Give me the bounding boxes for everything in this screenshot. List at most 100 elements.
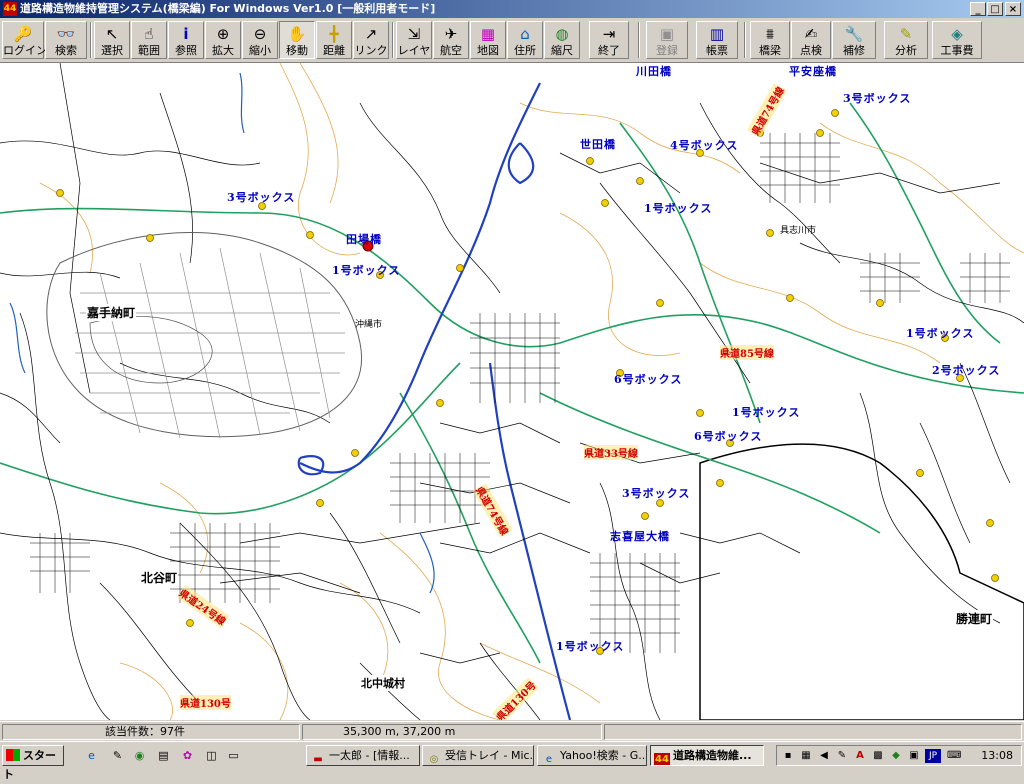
map-label-bridge[interactable]: 2号ボックス [932,362,1000,378]
app-icon: 44 [654,753,670,765]
system-tray: ▪ ▦ ◀ ✎ A ▩ ◆ ▣ JP ⌨ 13:08 [776,745,1022,766]
arrow-cursor-icon: ↖ [105,25,119,43]
reference-button[interactable]: i 参照 [168,21,204,59]
layer-icon: ⇲ [407,25,421,43]
status-panel-empty [604,724,1022,740]
move-button[interactable]: ✋ 移動 [279,21,315,59]
minimize-button[interactable]: _ [970,2,986,16]
layer-button[interactable]: ⇲ レイヤ [396,21,432,59]
map-canvas[interactable]: 川田橋 平安座橋 3号ボックス 世田橋 4号ボックス 3号ボックス 1号ボックス… [0,63,1024,720]
tray-icon[interactable]: ▩ [871,749,885,763]
register-button[interactable]: ▣ 登録 [646,21,688,59]
app-icon[interactable]: 44 [3,2,17,16]
house-icon: ⌂ [520,25,530,43]
map-label-bridge[interactable]: 6号ボックス [614,371,682,387]
map-label-bridge[interactable]: 1号ボックス [732,404,800,420]
airplane-icon: ✈ [444,25,458,43]
analysis-button[interactable]: ✎ 分析 [884,21,928,59]
task-button[interactable]: e Yahoo!検索 - G... [537,745,647,766]
map-label-selected-bridge[interactable]: 田場橋 [346,231,382,247]
start-button[interactable]: スタート [2,745,64,781]
browser-icon: e [545,754,553,765]
task-button-active[interactable]: 44 道路構造物維... [650,745,764,766]
map-label-bridge[interactable]: 1号ボックス [332,262,400,278]
map-label-bridge[interactable]: 3号ボックス [843,90,911,106]
mail-icon: ◎ [429,754,439,765]
quicklaunch-app-icon[interactable]: ✿ [180,748,195,763]
tray-icon[interactable]: ▣ [907,749,921,763]
zoom-out-button[interactable]: ⊖ 縮小 [242,21,278,59]
volume-icon[interactable]: ◀ [817,749,831,763]
map-label-bridge[interactable]: 3号ボックス [227,189,295,205]
range-button[interactable]: ☝ 範囲 [131,21,167,59]
address-button[interactable]: ⌂ 住所 [507,21,543,59]
map-label-bridge[interactable]: 世田橋 [580,136,616,152]
map-button[interactable]: ▦ 地図 [470,21,506,59]
inspection-icon: ✍ [804,25,818,43]
close-button[interactable]: × [1005,2,1021,16]
exit-button[interactable]: ⇥ 終了 [589,21,629,59]
inspection-button[interactable]: ✍ 点検 [791,21,831,59]
task-button[interactable]: ▬ 一太郎 - [情報... [306,745,420,766]
tray-icon[interactable]: ◆ [889,749,903,763]
search-button[interactable]: 👓 検索 [45,21,87,59]
scale-button[interactable]: ◍ 縮尺 [544,21,580,59]
tray-icon[interactable]: ✎ [835,749,849,763]
analysis-icon: ✎ [899,25,913,43]
quicklaunch-app-icon[interactable]: ◉ [132,748,147,763]
map-label-bridge[interactable]: 1号ボックス [644,200,712,216]
ledger-button[interactable]: ▥ 帳票 [696,21,738,59]
link-button[interactable]: ↗ リンク [353,21,389,59]
ime-icon[interactable]: ⌨ [947,749,961,763]
map-label-bridge[interactable]: 6号ボックス [694,428,762,444]
bridge-icon: ⩩ [765,25,774,43]
map-label-bridge[interactable]: 志喜屋大橋 [610,528,670,544]
select-button[interactable]: ↖ 選択 [94,21,130,59]
windows-logo-icon [6,749,20,761]
zoom-in-button[interactable]: ⊕ 拡大 [205,21,241,59]
globe-icon: ◍ [555,25,569,43]
tray-icon[interactable]: ▪ [781,749,795,763]
show-desktop-icon[interactable]: ▭ [226,748,241,763]
quicklaunch-app-icon[interactable]: ◫ [204,748,219,763]
binoculars-icon: 👓 [56,25,76,43]
quicklaunch-app-icon[interactable]: ▤ [156,748,171,763]
result-count: 該当件数：97件 [2,724,300,740]
map-label-city: 沖縄市 [355,320,383,330]
map-label-bridge[interactable]: 1号ボックス [556,638,624,654]
toolbar: 🔑 ログイン 👓 検索 ↖ 選択 ☝ 範囲 i 参照 ⊕ 拡大 ⊖ 縮小 ✋ 移動 ╋ 距離 ↗ リ… [0,18,1024,63]
wrench-icon: 🔧 [844,25,864,43]
task-button[interactable]: ◎ 受信トレイ - Mic... [422,745,534,766]
zoom-in-icon: ⊕ [216,25,230,43]
zoom-out-icon: ⊖ [253,25,267,43]
map-label-bridge[interactable]: 4号ボックス [670,137,738,153]
status-bar: 該当件数：97件 35,300 m, 37,200 m [0,721,1024,742]
map-label-bridge[interactable]: 平安座橋 [789,63,837,79]
printer-icon: ▣ [659,25,675,43]
internet-explorer-icon[interactable]: e [84,748,99,763]
construction-icon: ◈ [951,25,963,43]
network-icon[interactable]: ▦ [799,749,813,763]
books-icon: ▥ [709,25,725,43]
map-label-bridge[interactable]: 1号ボックス [906,325,974,341]
construction-cost-button[interactable]: ◈ 工事費 [932,21,982,59]
bridge-button[interactable]: ⩩ 橋梁 [750,21,790,59]
map-label-bridge[interactable]: 川田橋 [636,63,672,79]
map-label-town: 北中城村 [360,675,406,691]
repair-button[interactable]: 🔧 補修 [832,21,876,59]
maximize-button[interactable]: □ [987,2,1003,16]
login-button[interactable]: 🔑 ログイン [2,21,47,59]
info-icon: i [183,25,189,43]
title-bar[interactable]: 44 道路構造物維持管理システム(橋梁編) For Windows Ver1.0… [0,0,1024,18]
distance-button[interactable]: ╋ 距離 [316,21,352,59]
notepad-icon[interactable]: ✎ [110,748,125,763]
clock[interactable]: 13:08 [981,746,1013,765]
map-label-bridge[interactable]: 3号ボックス [622,485,690,501]
map-label-town: 勝連町 [955,610,994,627]
ime-language-indicator[interactable]: JP [925,749,941,763]
link-cursor-icon: ↗ [364,25,378,43]
aerial-button[interactable]: ✈ 航空 [433,21,469,59]
antivirus-icon[interactable]: A [853,749,867,763]
map-label-city: 具志川市 [780,226,817,236]
hand-range-icon: ☝ [144,25,154,43]
